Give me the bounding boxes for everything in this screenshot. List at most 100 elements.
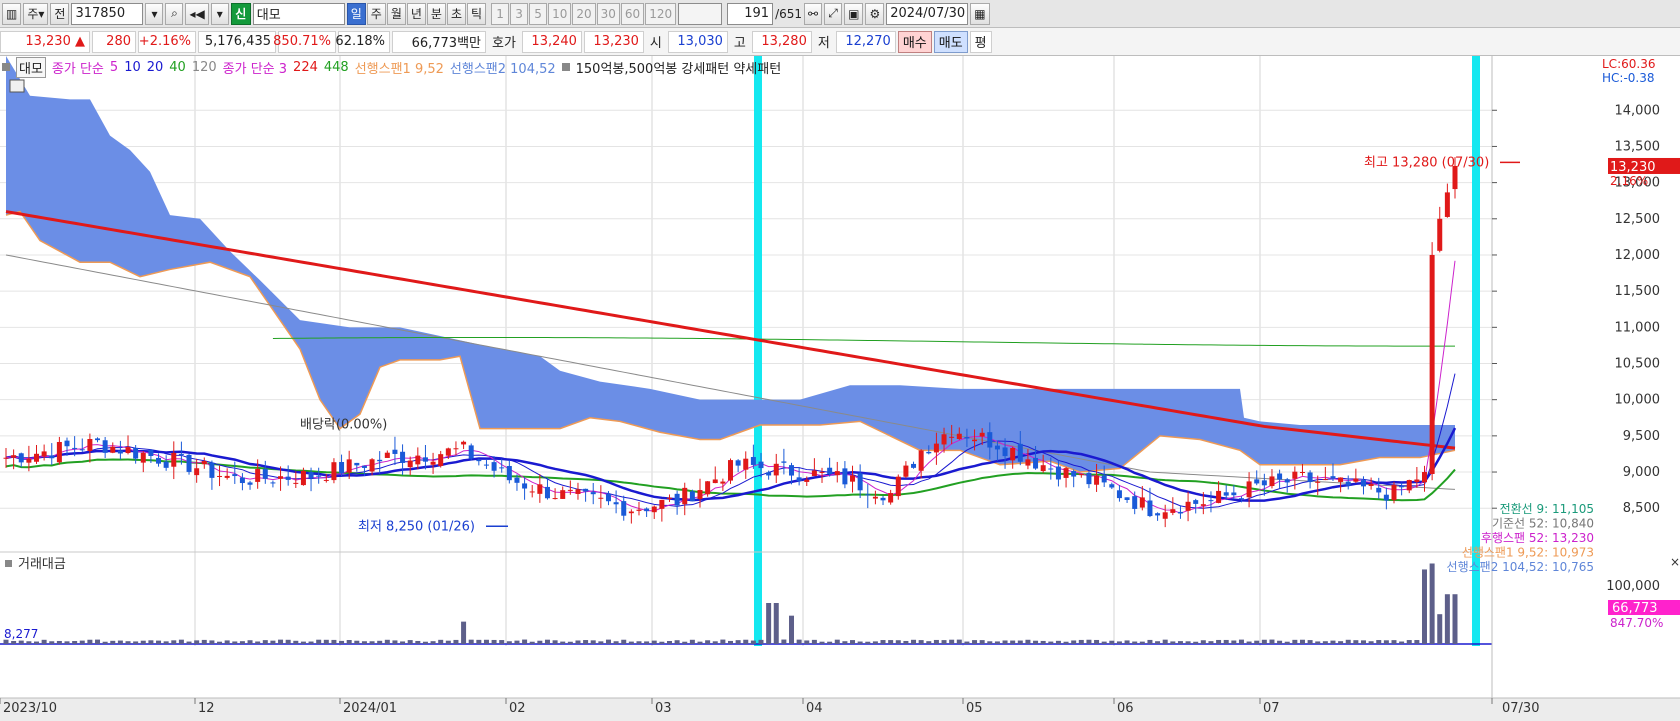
count-input[interactable]: 191 xyxy=(727,2,774,25)
legend-ma2-value-1[interactable]: 448 xyxy=(324,60,349,75)
period-tab-5[interactable]: 초 xyxy=(446,2,467,25)
volume-bar xyxy=(148,640,154,644)
code-dropdown-icon[interactable]: ▾ xyxy=(145,2,164,25)
legend-ma2-label[interactable]: 종가 단순 3 xyxy=(223,58,287,77)
volume-bar xyxy=(811,639,817,644)
candle-body xyxy=(1162,512,1168,519)
date-input[interactable]: 2024/07/30 xyxy=(886,2,969,25)
period-tab-6[interactable]: 틱 xyxy=(467,2,487,25)
volume-bar xyxy=(300,641,306,644)
speaker-dropdown-icon[interactable]: ▾ xyxy=(210,2,229,25)
buy-button[interactable]: 매수 xyxy=(897,30,932,53)
legend-ma-label[interactable]: 종가 단순 xyxy=(52,58,104,77)
legend-ma-value-4[interactable]: 120 xyxy=(192,60,217,75)
legend-pattern[interactable]: 150억봉,500억봉 강세패턴 약세패턴 xyxy=(576,58,782,77)
chart-type-select[interactable]: 주 ▾ xyxy=(23,2,49,25)
interval-tab-2[interactable]: 5 xyxy=(529,2,548,25)
legend-span2[interactable]: 선행스팬2 104,52 xyxy=(450,58,556,77)
candle-body xyxy=(735,460,741,466)
volume-bar xyxy=(926,641,932,644)
volume-bar xyxy=(339,640,345,644)
volume-bar xyxy=(1307,640,1313,644)
interval-tab-7[interactable]: 120 xyxy=(645,2,677,25)
candle-body xyxy=(156,457,162,464)
volume-bar xyxy=(1193,641,1199,644)
candle-body xyxy=(438,454,444,466)
prev-button[interactable]: 전 xyxy=(50,2,70,25)
candle-body xyxy=(1353,478,1359,482)
x-tick-label: 02 xyxy=(509,701,526,716)
volume-bar xyxy=(407,640,413,644)
period-tab-3[interactable]: 년 xyxy=(406,2,426,25)
period-tab-0[interactable]: 일 xyxy=(346,2,366,25)
price-chart-svg[interactable]: 거래대금 8,277 LC:60.36HC:-0.38 8,500 9,000 9,500… xyxy=(0,56,1680,718)
period-tab-2[interactable]: 월 xyxy=(386,2,406,25)
candle-body xyxy=(933,443,939,453)
interval-tab-4[interactable]: 20 xyxy=(572,2,596,25)
volume-bar xyxy=(1254,640,1260,644)
search-icon[interactable]: ⌕ xyxy=(165,2,184,25)
volume-bar xyxy=(95,639,101,644)
volume-bar xyxy=(1452,594,1458,644)
volume-bar xyxy=(384,639,390,644)
legend-span1[interactable]: 선행스팬1 9,52 xyxy=(355,58,444,77)
candle-body xyxy=(1345,481,1351,486)
speaker-icon[interactable]: ◂◀ xyxy=(185,2,209,25)
chart-menu-icon[interactable]: ▥ xyxy=(2,2,22,25)
sell-button[interactable]: 매도 xyxy=(933,30,968,53)
candle-body xyxy=(110,446,116,453)
candle-body xyxy=(1200,504,1206,506)
candle-body xyxy=(621,501,627,516)
period-tab-4[interactable]: 분 xyxy=(426,2,446,25)
volume-bar xyxy=(270,640,276,644)
stock-code-input[interactable]: 317850 xyxy=(71,2,144,25)
legend-ma-value-0[interactable]: 5 xyxy=(110,60,118,75)
settings-gear-icon[interactable]: ⚙ xyxy=(865,2,885,25)
volume-bar xyxy=(415,640,421,644)
candle-body xyxy=(644,508,650,512)
stock-name-field[interactable]: 대모 xyxy=(252,2,345,25)
period-tab-1[interactable]: 주 xyxy=(366,2,386,25)
interval-tab-1[interactable]: 3 xyxy=(510,2,529,25)
volume-bar xyxy=(1406,640,1412,644)
candle-body xyxy=(453,448,459,450)
candle-body xyxy=(697,490,703,500)
interval-tab-6[interactable]: 60 xyxy=(620,2,645,25)
interval-tab-0[interactable]: 1 xyxy=(491,2,510,25)
legend-ma-value-2[interactable]: 20 xyxy=(147,60,164,75)
legend-ma-value-1[interactable]: 10 xyxy=(124,60,141,75)
candle-body xyxy=(918,450,924,471)
high-label: 고 xyxy=(733,36,746,51)
volume-bar xyxy=(377,640,383,644)
candle-body xyxy=(1086,472,1092,485)
volume-bar xyxy=(346,640,352,644)
candle-body xyxy=(1444,192,1450,217)
volume-bar xyxy=(1437,614,1443,644)
legend-ma2-value-0[interactable]: 224 xyxy=(293,60,318,75)
interval-tab-5[interactable]: 30 xyxy=(596,2,620,25)
legend-ma-values: 5 10 20 40 120 xyxy=(110,60,217,75)
volume-bar xyxy=(552,640,558,644)
legend-ma-value-3[interactable]: 40 xyxy=(169,60,186,75)
x-tick-label: 05 xyxy=(966,701,983,716)
volume-bar xyxy=(651,640,657,644)
total-count: /651 xyxy=(775,6,803,21)
save-icon[interactable]: ▣ xyxy=(844,2,864,25)
toolbar: ▥ 주 ▾ 전 317850 ▾ ⌕ ◂◀ ▾ 신 대모 일주월년분초틱 135… xyxy=(0,0,1680,28)
draw-tool-icon[interactable]: ⤢ xyxy=(824,2,843,25)
interval-tab-3[interactable]: 10 xyxy=(548,2,572,25)
interval-input[interactable] xyxy=(678,2,723,25)
candle-body xyxy=(1338,477,1344,482)
candle-body xyxy=(1330,476,1336,479)
candle-body xyxy=(117,450,123,454)
volume-bar xyxy=(857,641,863,644)
candle-body xyxy=(1132,496,1138,509)
candle-body xyxy=(1254,479,1260,484)
compare-icon[interactable]: ⚯ xyxy=(804,2,823,25)
calendar-icon[interactable]: ▦ xyxy=(970,2,990,25)
volume-bar xyxy=(644,641,650,644)
legend-stock-name[interactable]: 대모 xyxy=(16,56,46,78)
volume-bar xyxy=(369,641,375,644)
eval-button[interactable]: 평 xyxy=(969,30,992,53)
candle-body xyxy=(872,496,878,499)
